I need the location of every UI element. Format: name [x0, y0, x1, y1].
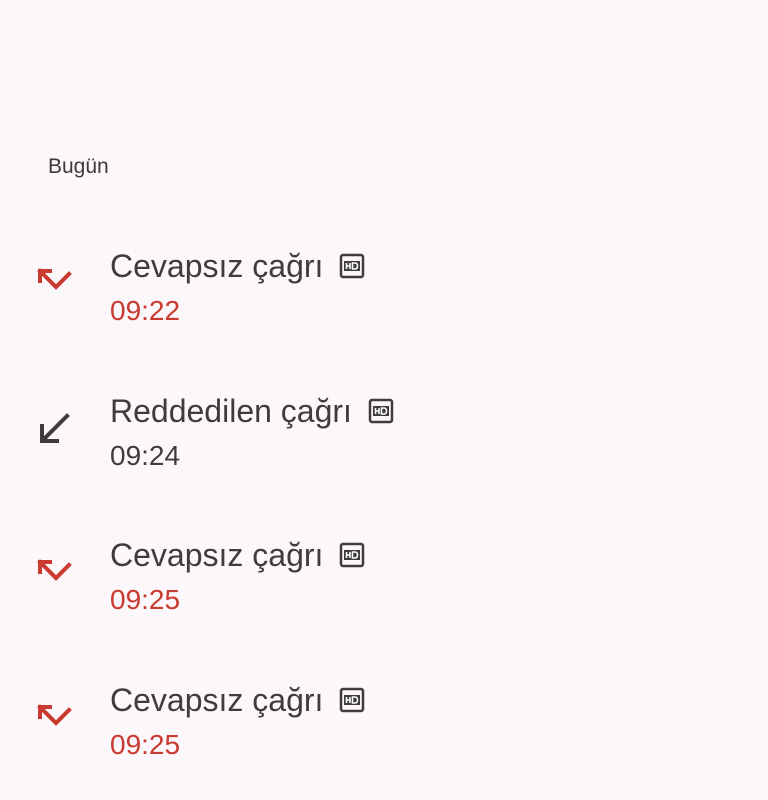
- call-type-label: Cevapsız çağrı: [110, 248, 324, 284]
- call-log-item[interactable]: Cevapsız çağrı 09:22: [0, 246, 768, 366]
- missed-call-icon: [34, 555, 76, 597]
- call-log-item[interactable]: Cevapsız çağrı 09:25: [0, 535, 768, 655]
- hd-icon: [339, 687, 365, 713]
- call-time: 09:22: [110, 295, 181, 326]
- call-time: 09:24: [110, 440, 181, 471]
- call-log-item[interactable]: Cevapsız çağrı 09:25: [0, 680, 768, 800]
- call-time: 09:25: [110, 729, 181, 760]
- hd-icon: [339, 542, 365, 568]
- section-header-today: Bugün: [48, 155, 109, 178]
- hd-icon: [339, 253, 365, 279]
- call-time: 09:25: [110, 584, 181, 615]
- incoming-call-icon: [34, 409, 76, 451]
- missed-call-icon: [34, 264, 76, 306]
- call-log-item[interactable]: Reddedilen çağrı 09:24: [0, 391, 768, 511]
- call-type-label: Cevapsız çağrı: [110, 537, 324, 573]
- missed-call-icon: [34, 700, 76, 742]
- hd-icon: [368, 398, 394, 424]
- call-type-label: Cevapsız çağrı: [110, 682, 324, 718]
- call-type-label: Reddedilen çağrı: [110, 393, 352, 429]
